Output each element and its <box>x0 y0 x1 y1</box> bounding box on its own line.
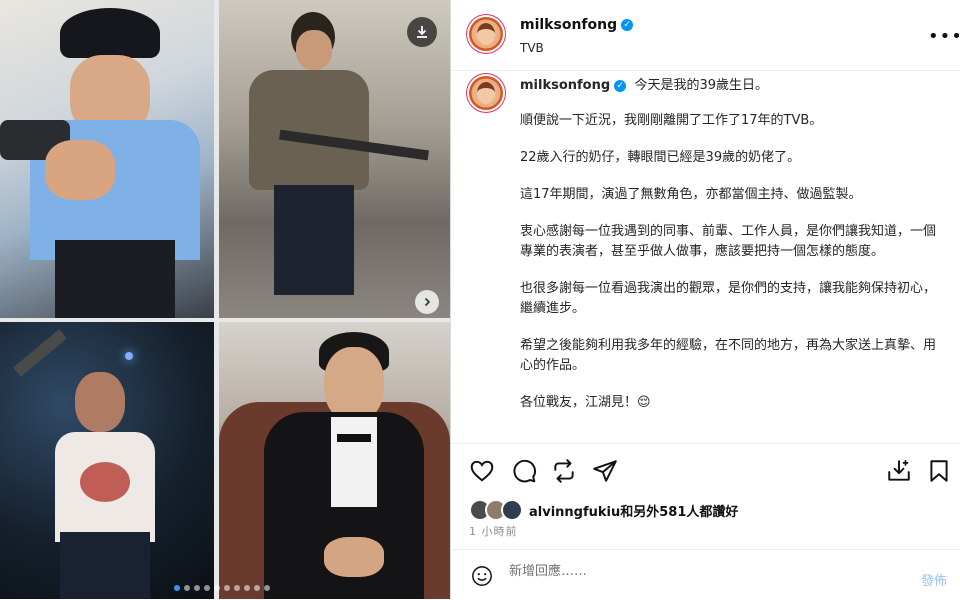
repost-icon[interactable] <box>551 458 577 484</box>
caption-line-0: 今天是我的39歲生日。 <box>634 78 768 93</box>
post-media[interactable] <box>0 0 450 599</box>
bookmark-icon[interactable] <box>926 458 952 484</box>
caption-line-5: 也很多謝每一位看過我演出的觀眾，是你們的支持，讓我能夠保持初心，繼續進步。 <box>520 281 937 316</box>
save-to-collection-icon[interactable] <box>886 458 912 484</box>
comment-bar: 發佈 <box>451 549 960 600</box>
carousel-next-button[interactable] <box>415 290 439 314</box>
heart-icon[interactable] <box>469 458 495 484</box>
avatar[interactable] <box>469 17 503 51</box>
caption-line-1: 順便說一下近況，我剛剛離開了工作了17年的TVB。 <box>520 113 823 128</box>
chevron-right-icon <box>424 297 431 307</box>
comment-icon[interactable] <box>511 458 537 484</box>
share-icon[interactable] <box>592 458 618 484</box>
post-details-panel: milksonfong ✓ TVB ••• milksonfong ✓ 今天是我的3… <box>450 0 960 599</box>
caption-line-4: 衷心感謝每一位我遇到的同事、前輩、工作人員，是你們讓我知道，一個專業的表演者，甚… <box>520 224 937 259</box>
caption-line-7: 各位戰友，江湖見！😌 <box>520 395 651 410</box>
emoji-icon[interactable] <box>471 565 493 587</box>
likes-text[interactable]: alvinngfukiu和另外581人都讚好 <box>529 501 738 520</box>
likes-summary[interactable]: alvinngfukiu和另外581人都讚好 <box>469 499 738 521</box>
photo-man-with-rifle <box>219 0 450 318</box>
carousel-dot[interactable] <box>244 585 250 591</box>
photo-police-officer <box>0 0 214 318</box>
download-icon <box>417 26 427 38</box>
verified-badge-icon: ✓ <box>614 79 627 92</box>
header-username[interactable]: milksonfong <box>520 17 617 33</box>
header-username-row: milksonfong ✓ <box>520 17 634 33</box>
carousel-dot[interactable] <box>194 585 200 591</box>
post-header: milksonfong ✓ TVB ••• <box>451 0 960 71</box>
carousel-indicator <box>174 585 270 591</box>
caption-username[interactable]: milksonfong <box>520 78 610 93</box>
post-caption: milksonfong ✓ 今天是我的39歲生日。 順便說一下近況，我剛剛離開了工… <box>520 76 940 430</box>
carousel-dot[interactable] <box>234 585 240 591</box>
caption-avatar[interactable] <box>469 76 503 110</box>
post-comment-button[interactable]: 發佈 <box>921 570 947 589</box>
caption-line-3: 這17年期間，演過了無數角色，亦都當個主持、做過監製。 <box>520 187 862 202</box>
photo-man-in-tuxedo <box>219 322 450 599</box>
carousel-dot[interactable] <box>184 585 190 591</box>
carousel-dot[interactable] <box>174 585 180 591</box>
caption-line-2: 22歲入行的奶仔，轉眼間已經是39歲的奶佬了。 <box>520 150 801 165</box>
download-button[interactable] <box>407 17 437 47</box>
carousel-dot[interactable] <box>224 585 230 591</box>
carousel-dot[interactable] <box>254 585 260 591</box>
verified-badge-icon: ✓ <box>621 19 634 31</box>
comment-input[interactable] <box>507 563 891 580</box>
photo-bloody-character <box>0 322 214 599</box>
carousel-dot[interactable] <box>204 585 210 591</box>
carousel-dot[interactable] <box>214 585 220 591</box>
post-timestamp[interactable]: 1 小時前 <box>469 523 518 539</box>
liker-avatar <box>501 499 523 521</box>
header-subtitle[interactable]: TVB <box>520 41 544 55</box>
carousel-dot[interactable] <box>264 585 270 591</box>
action-bar <box>451 443 960 499</box>
more-options-icon[interactable]: ••• <box>928 26 960 47</box>
caption-line-6: 希望之後能夠利用我多年的經驗，在不同的地方，再為大家送上真摯、用心的作品。 <box>520 338 937 373</box>
